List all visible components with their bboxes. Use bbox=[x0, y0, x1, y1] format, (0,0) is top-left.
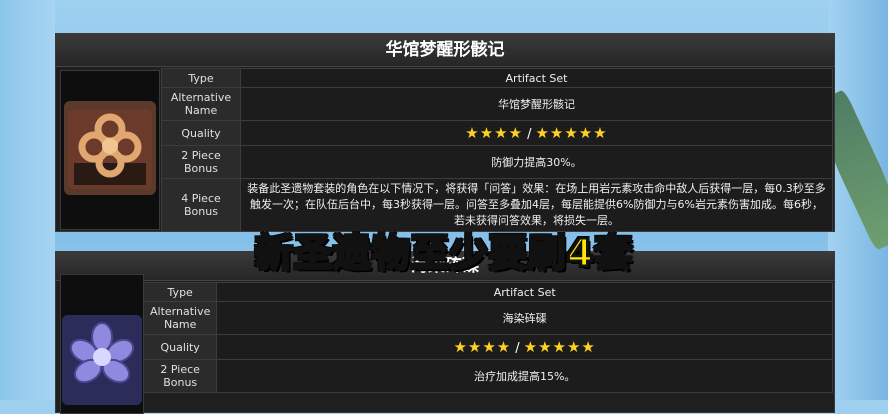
star-icon-4: ★★★★ bbox=[453, 338, 512, 356]
star-icon-4: ★★★★ bbox=[465, 124, 524, 142]
two-piece-value: 治疗加成提高15%。 bbox=[216, 359, 833, 393]
artifact-card-1: 华馆梦醒形骸记 Type Artifact Set Alternative Na… bbox=[55, 33, 835, 232]
type-label: Type bbox=[161, 68, 241, 88]
overlay-caption: 新圣遗物至少要刷4套 bbox=[253, 230, 634, 277]
alt-name-label: Alternative Name bbox=[142, 301, 218, 335]
alt-name-value: 海染砗磲 bbox=[216, 301, 833, 335]
two-piece-value: 防御力提高30%。 bbox=[240, 145, 833, 179]
artifact-image-cell bbox=[60, 70, 160, 230]
two-piece-label: 2 Piece Bonus bbox=[142, 359, 218, 393]
star-icon-5: ★★★★★ bbox=[523, 338, 596, 356]
background-left bbox=[0, 0, 55, 400]
quality-value: ★★★★ / ★★★★★ bbox=[216, 334, 833, 360]
two-piece-label: 2 Piece Bonus bbox=[161, 145, 241, 179]
card-title: 华馆梦醒形骸记 bbox=[56, 34, 834, 67]
alt-name-value: 华馆梦醒形骸记 bbox=[240, 87, 833, 121]
quality-separator: / bbox=[527, 127, 532, 142]
quality-value: ★★★★ / ★★★★★ bbox=[240, 120, 833, 146]
alt-name-label: Alternative Name bbox=[161, 87, 241, 121]
quality-label: Quality bbox=[161, 120, 241, 146]
type-value: Artifact Set bbox=[216, 282, 833, 302]
quality-separator: / bbox=[515, 341, 520, 356]
type-label: Type bbox=[142, 282, 218, 302]
purple-flower-icon bbox=[62, 315, 142, 405]
knot-flower-icon bbox=[64, 101, 156, 195]
quality-label: Quality bbox=[142, 334, 218, 360]
artifact-info-table: Type Artifact Set Alternative Name 华馆梦醒形… bbox=[161, 68, 833, 232]
artifact-image-cell bbox=[60, 274, 144, 414]
star-icon-5: ★★★★★ bbox=[535, 124, 608, 142]
artifact-info-table: Type Artifact Set Alternative Name 海染砗磲 … bbox=[142, 282, 833, 393]
type-value: Artifact Set bbox=[240, 68, 833, 88]
